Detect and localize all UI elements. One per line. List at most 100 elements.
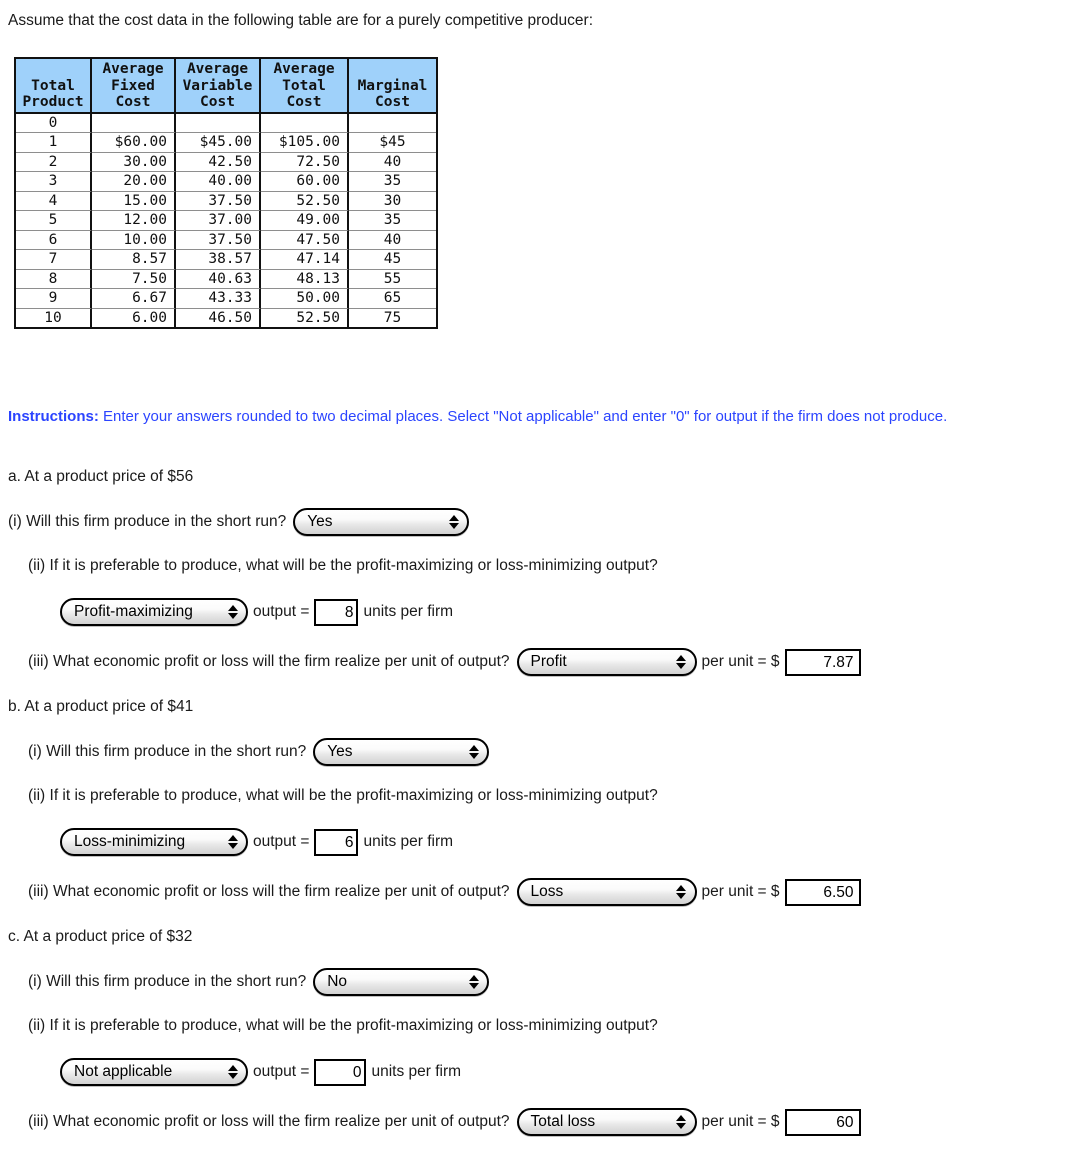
section-b-q3-value-input[interactable]: 6.50 <box>784 878 861 906</box>
cell-total-product: 1 <box>16 133 92 153</box>
section-b-question-2-label: (ii) If it is preferable to produce, wha… <box>28 787 658 804</box>
section-a-q1-select[interactable]: Yes <box>293 508 470 536</box>
cell-average-total-cost: 47.50 <box>261 230 349 250</box>
section-b-q1-select[interactable]: Yes <box>313 738 490 766</box>
cell-average-variable-cost: 37.50 <box>176 191 261 211</box>
cell-average-variable-cost: 42.50 <box>176 152 261 172</box>
cost-data-table: Total Product Average Fixed Cost Average… <box>14 57 438 329</box>
section-a-q3-value-input[interactable]: 7.87 <box>784 648 861 676</box>
instructions-body: Enter your answers rounded to two decima… <box>98 408 948 425</box>
cell-average-fixed-cost: $60.00 <box>92 133 176 153</box>
cell-average-variable-cost: 37.50 <box>176 230 261 250</box>
table-row: 2 30.00 42.50 72.50 40 <box>16 152 436 172</box>
updown-arrows-icon <box>227 835 238 849</box>
section-b-q1-label: (i) Will this firm produce in the short … <box>28 743 307 760</box>
table-row: 9 6.67 43.33 50.00 65 <box>16 289 436 309</box>
cell-average-fixed-cost: 6.00 <box>92 308 176 327</box>
section-b-heading: b. At a product price of $41 <box>8 698 194 715</box>
cell-average-total-cost: 52.50 <box>261 308 349 327</box>
table-row: 0 <box>16 113 436 133</box>
section-a-question-2-label: (ii) If it is preferable to produce, wha… <box>28 557 658 574</box>
section-a-q2-select[interactable]: Profit-maximizing <box>60 598 248 626</box>
section-a-q3-select[interactable]: Profit <box>516 648 697 676</box>
cell-average-variable-cost: 38.57 <box>176 250 261 270</box>
updown-arrows-icon <box>227 1065 238 1079</box>
section-a-q2-units-label: units per firm <box>363 603 454 620</box>
section-c-question-2-row: Not applicable output = 0 units per firm <box>60 1058 461 1086</box>
column-header-average-fixed-cost: Average Fixed Cost <box>92 59 176 114</box>
section-b-q2-select[interactable]: Loss-minimizing <box>60 828 248 856</box>
cell-total-product: 10 <box>16 308 92 327</box>
cell-total-product: 8 <box>16 269 92 289</box>
column-header-average-total-cost: Average Total Cost <box>261 59 349 114</box>
table-row: 10 6.00 46.50 52.50 75 <box>16 308 436 327</box>
section-b-question-3-row: (iii) What economic profit or loss will … <box>28 878 861 906</box>
table-header-row: Total Product Average Fixed Cost Average… <box>16 59 436 114</box>
cell-marginal-cost <box>349 113 436 133</box>
cell-average-total-cost <box>261 113 349 133</box>
section-b-q3-select[interactable]: Loss <box>516 878 697 906</box>
section-c-q3-label: (iii) What economic profit or loss will … <box>28 1113 510 1130</box>
cell-average-fixed-cost: 7.50 <box>92 269 176 289</box>
cell-marginal-cost: 45 <box>349 250 436 270</box>
table-row: 7 8.57 38.57 47.14 45 <box>16 250 436 270</box>
section-b-q2-units-label: units per firm <box>363 833 454 850</box>
intro-text: Assume that the cost data in the followi… <box>8 12 594 29</box>
cell-average-total-cost: $105.00 <box>261 133 349 153</box>
cell-average-variable-cost <box>176 113 261 133</box>
table-row: 8 7.50 40.63 48.13 55 <box>16 269 436 289</box>
section-a-q2-output-input[interactable]: 8 <box>314 598 359 626</box>
worksheet-page: Assume that the cost data in the followi… <box>0 0 1072 1150</box>
section-c-q2-select[interactable]: Not applicable <box>60 1058 248 1086</box>
section-b-q3-label: (iii) What economic profit or loss will … <box>28 883 510 900</box>
section-c-q2-output-input[interactable]: 0 <box>314 1058 367 1086</box>
updown-arrows-icon <box>227 605 238 619</box>
cell-average-total-cost: 52.50 <box>261 191 349 211</box>
cell-total-product: 7 <box>16 250 92 270</box>
section-a-question-3-row: (iii) What economic profit or loss will … <box>28 648 861 676</box>
section-a-q3-perunit-label: per unit = $ <box>701 653 780 670</box>
section-c-q3-value-input[interactable]: 60 <box>784 1108 861 1136</box>
updown-arrows-icon <box>468 975 479 989</box>
table-row: 6 10.00 37.50 47.50 40 <box>16 230 436 250</box>
cell-average-total-cost: 48.13 <box>261 269 349 289</box>
updown-arrows-icon <box>676 885 687 899</box>
cell-total-product: 6 <box>16 230 92 250</box>
section-b-question-2-row: Loss-minimizing output = 6 units per fir… <box>60 828 453 856</box>
table-row: 3 20.00 40.00 60.00 35 <box>16 172 436 192</box>
section-b-q2-output-label: output = <box>253 833 310 850</box>
cell-marginal-cost: 40 <box>349 152 436 172</box>
cell-marginal-cost: 30 <box>349 191 436 211</box>
cell-average-total-cost: 47.14 <box>261 250 349 270</box>
section-b-q2-output-input[interactable]: 6 <box>314 828 359 856</box>
cell-average-fixed-cost: 30.00 <box>92 152 176 172</box>
section-a-q2-output-label: output = <box>253 603 310 620</box>
section-c-q2-output-label: output = <box>253 1063 310 1080</box>
section-a-q1-label: (i) Will this firm produce in the short … <box>8 513 287 530</box>
section-c-q3-select[interactable]: Total loss <box>516 1108 697 1136</box>
cell-total-product: 0 <box>16 113 92 133</box>
cell-total-product: 3 <box>16 172 92 192</box>
section-b-question-1: (i) Will this firm produce in the short … <box>28 738 490 766</box>
section-c-q1-select[interactable]: No <box>313 968 490 996</box>
cell-average-variable-cost: 46.50 <box>176 308 261 327</box>
cell-average-variable-cost: 40.00 <box>176 172 261 192</box>
cell-total-product: 9 <box>16 289 92 309</box>
instructions-text: Instructions: Enter your answers rounded… <box>8 406 954 427</box>
cell-marginal-cost: 40 <box>349 230 436 250</box>
cell-average-variable-cost: 37.00 <box>176 211 261 231</box>
cell-average-fixed-cost <box>92 113 176 133</box>
cell-average-fixed-cost: 10.00 <box>92 230 176 250</box>
cell-total-product: 4 <box>16 191 92 211</box>
section-c-question-1: (i) Will this firm produce in the short … <box>28 968 490 996</box>
cell-marginal-cost: 35 <box>349 211 436 231</box>
section-a-question-2-row: Profit-maximizing output = 8 units per f… <box>60 598 453 626</box>
section-b-q3-perunit-label: per unit = $ <box>701 883 780 900</box>
updown-arrows-icon <box>468 745 479 759</box>
section-c-question-2-label: (ii) If it is preferable to produce, wha… <box>28 1017 658 1034</box>
cell-marginal-cost: 55 <box>349 269 436 289</box>
cell-total-product: 2 <box>16 152 92 172</box>
cell-average-total-cost: 49.00 <box>261 211 349 231</box>
updown-arrows-icon <box>676 1115 687 1129</box>
cell-average-fixed-cost: 15.00 <box>92 191 176 211</box>
